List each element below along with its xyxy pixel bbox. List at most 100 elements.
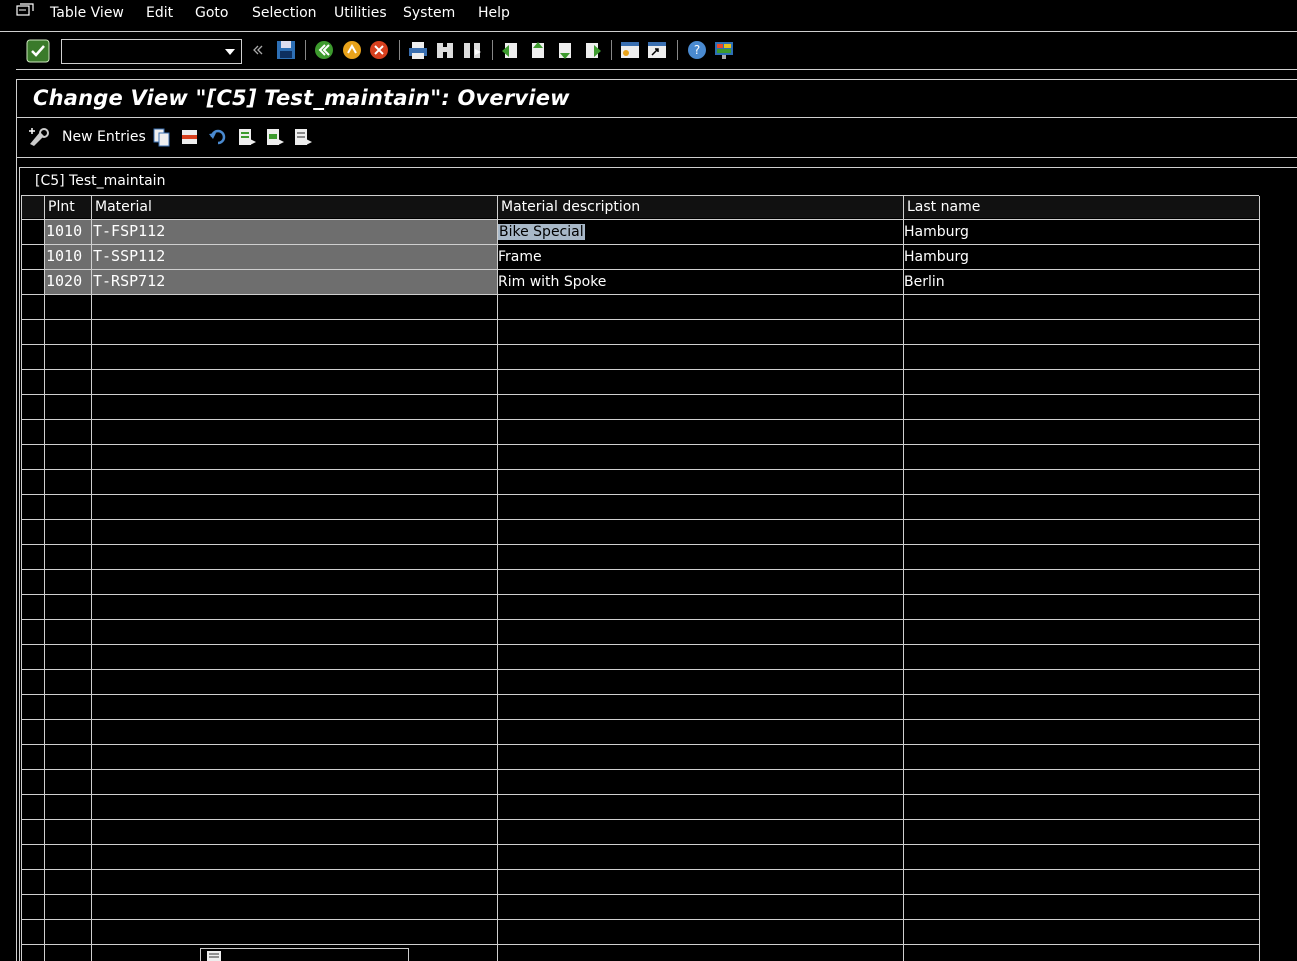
position-button[interactable] <box>200 948 409 961</box>
page-title: Change View "[C5] Test_maintain": Overvi… <box>33 86 570 110</box>
command-field[interactable] <box>61 39 242 64</box>
menu-goto[interactable]: Goto <box>195 5 228 21</box>
layout-icon[interactable] <box>713 39 735 61</box>
menu-bar: Table View Edit Goto Selection Utilities… <box>0 0 1297 30</box>
cell-material[interactable]: T-SSP112 <box>93 247 165 265</box>
column-header-description[interactable]: Material description <box>501 199 640 215</box>
next-page-icon[interactable] <box>554 39 576 61</box>
toolbar-divider <box>16 69 1297 70</box>
back-icon[interactable] <box>313 39 335 61</box>
cell-plant[interactable]: 1010 <box>46 222 82 240</box>
cell-material[interactable]: T-FSP112 <box>93 222 165 240</box>
row-line <box>21 544 1259 545</box>
exit-icon[interactable] <box>341 39 363 61</box>
deselect-all-icon[interactable] <box>293 127 313 147</box>
select-all-icon[interactable] <box>237 127 257 147</box>
print-icon[interactable] <box>407 39 429 61</box>
help-icon[interactable]: ? <box>686 39 708 61</box>
header-top-line <box>21 195 1259 196</box>
select-block-icon[interactable] <box>265 127 285 147</box>
toolbar-separator <box>611 40 612 60</box>
cell-plant[interactable]: 1010 <box>46 247 82 265</box>
menu-utilities[interactable]: Utilities <box>334 5 387 21</box>
find-icon[interactable] <box>434 39 456 61</box>
row-line <box>21 219 1259 220</box>
title-divider <box>17 117 1297 118</box>
app-toolbar-divider <box>17 157 1297 158</box>
row-line <box>21 794 1259 795</box>
row-line <box>21 319 1259 320</box>
row-line <box>21 919 1259 920</box>
row-line <box>21 619 1259 620</box>
menu-divider <box>0 31 1297 32</box>
undo-icon[interactable] <box>208 127 228 147</box>
cell-last-name[interactable]: Hamburg <box>904 224 969 240</box>
cell-description[interactable]: Frame <box>498 249 542 265</box>
shortcut-icon[interactable] <box>646 39 668 61</box>
row-line <box>21 394 1259 395</box>
row-line <box>21 894 1259 895</box>
row-line <box>21 244 1259 245</box>
row-line <box>21 444 1259 445</box>
table-title: [C5] Test_maintain <box>35 173 166 189</box>
row-line <box>21 819 1259 820</box>
menu-edit[interactable]: Edit <box>146 5 173 21</box>
row-line <box>21 769 1259 770</box>
cell-material[interactable]: T-RSP712 <box>93 272 165 290</box>
row-line <box>21 744 1259 745</box>
row-line <box>21 519 1259 520</box>
screen-frame-left <box>16 79 17 961</box>
column-line <box>497 196 498 961</box>
menu-help[interactable]: Help <box>478 5 510 21</box>
chevron-down-icon[interactable] <box>225 49 235 55</box>
cell-plant[interactable]: 1020 <box>46 272 82 290</box>
first-page-icon[interactable] <box>499 39 521 61</box>
row-line <box>21 719 1259 720</box>
column-header-material[interactable]: Material <box>95 199 152 215</box>
new-entries-button[interactable]: New Entries <box>62 129 146 145</box>
toolbar-separator <box>492 40 493 60</box>
menu-table-view[interactable]: Table View <box>50 5 124 21</box>
menu-system[interactable]: System <box>403 5 455 21</box>
row-line <box>21 269 1259 270</box>
double-chevron-left-icon[interactable] <box>251 39 265 61</box>
column-header-last-name[interactable]: Last name <box>907 199 980 215</box>
cell-last-name[interactable]: Hamburg <box>904 249 969 265</box>
copy-icon[interactable] <box>152 127 172 147</box>
check-icon[interactable] <box>26 39 50 63</box>
svg-text:?: ? <box>694 43 700 57</box>
display-change-icon[interactable] <box>27 127 51 147</box>
cell-description-text: Bike Special <box>498 224 585 240</box>
column-line <box>903 196 904 961</box>
toolbar-separator <box>399 40 400 60</box>
row-line <box>21 844 1259 845</box>
row-line <box>21 644 1259 645</box>
cancel-icon[interactable] <box>368 39 390 61</box>
find-next-icon[interactable] <box>461 39 483 61</box>
last-page-icon[interactable] <box>581 39 603 61</box>
row-line <box>21 694 1259 695</box>
delete-icon[interactable] <box>180 127 200 147</box>
cell-description[interactable]: Rim with Spoke <box>498 274 606 290</box>
column-line <box>1259 196 1260 961</box>
column-line <box>21 196 22 961</box>
row-line <box>21 569 1259 570</box>
menu-icon[interactable] <box>16 3 34 17</box>
row-line <box>21 594 1259 595</box>
row-line <box>21 419 1259 420</box>
row-line <box>21 469 1259 470</box>
toolbar-separator <box>677 40 678 60</box>
screen-frame-top <box>16 79 1297 80</box>
previous-page-icon[interactable] <box>527 39 549 61</box>
menu-selection[interactable]: Selection <box>252 5 317 21</box>
list-icon <box>207 951 221 961</box>
cell-description[interactable]: Bike Special <box>498 224 585 240</box>
row-line <box>21 344 1259 345</box>
column-line <box>91 196 92 961</box>
row-line <box>21 869 1259 870</box>
row-line <box>21 294 1259 295</box>
new-session-icon[interactable] <box>619 39 641 61</box>
cell-last-name[interactable]: Berlin <box>904 274 945 290</box>
column-header-plant[interactable]: Plnt <box>48 199 75 215</box>
save-icon[interactable] <box>275 39 297 61</box>
